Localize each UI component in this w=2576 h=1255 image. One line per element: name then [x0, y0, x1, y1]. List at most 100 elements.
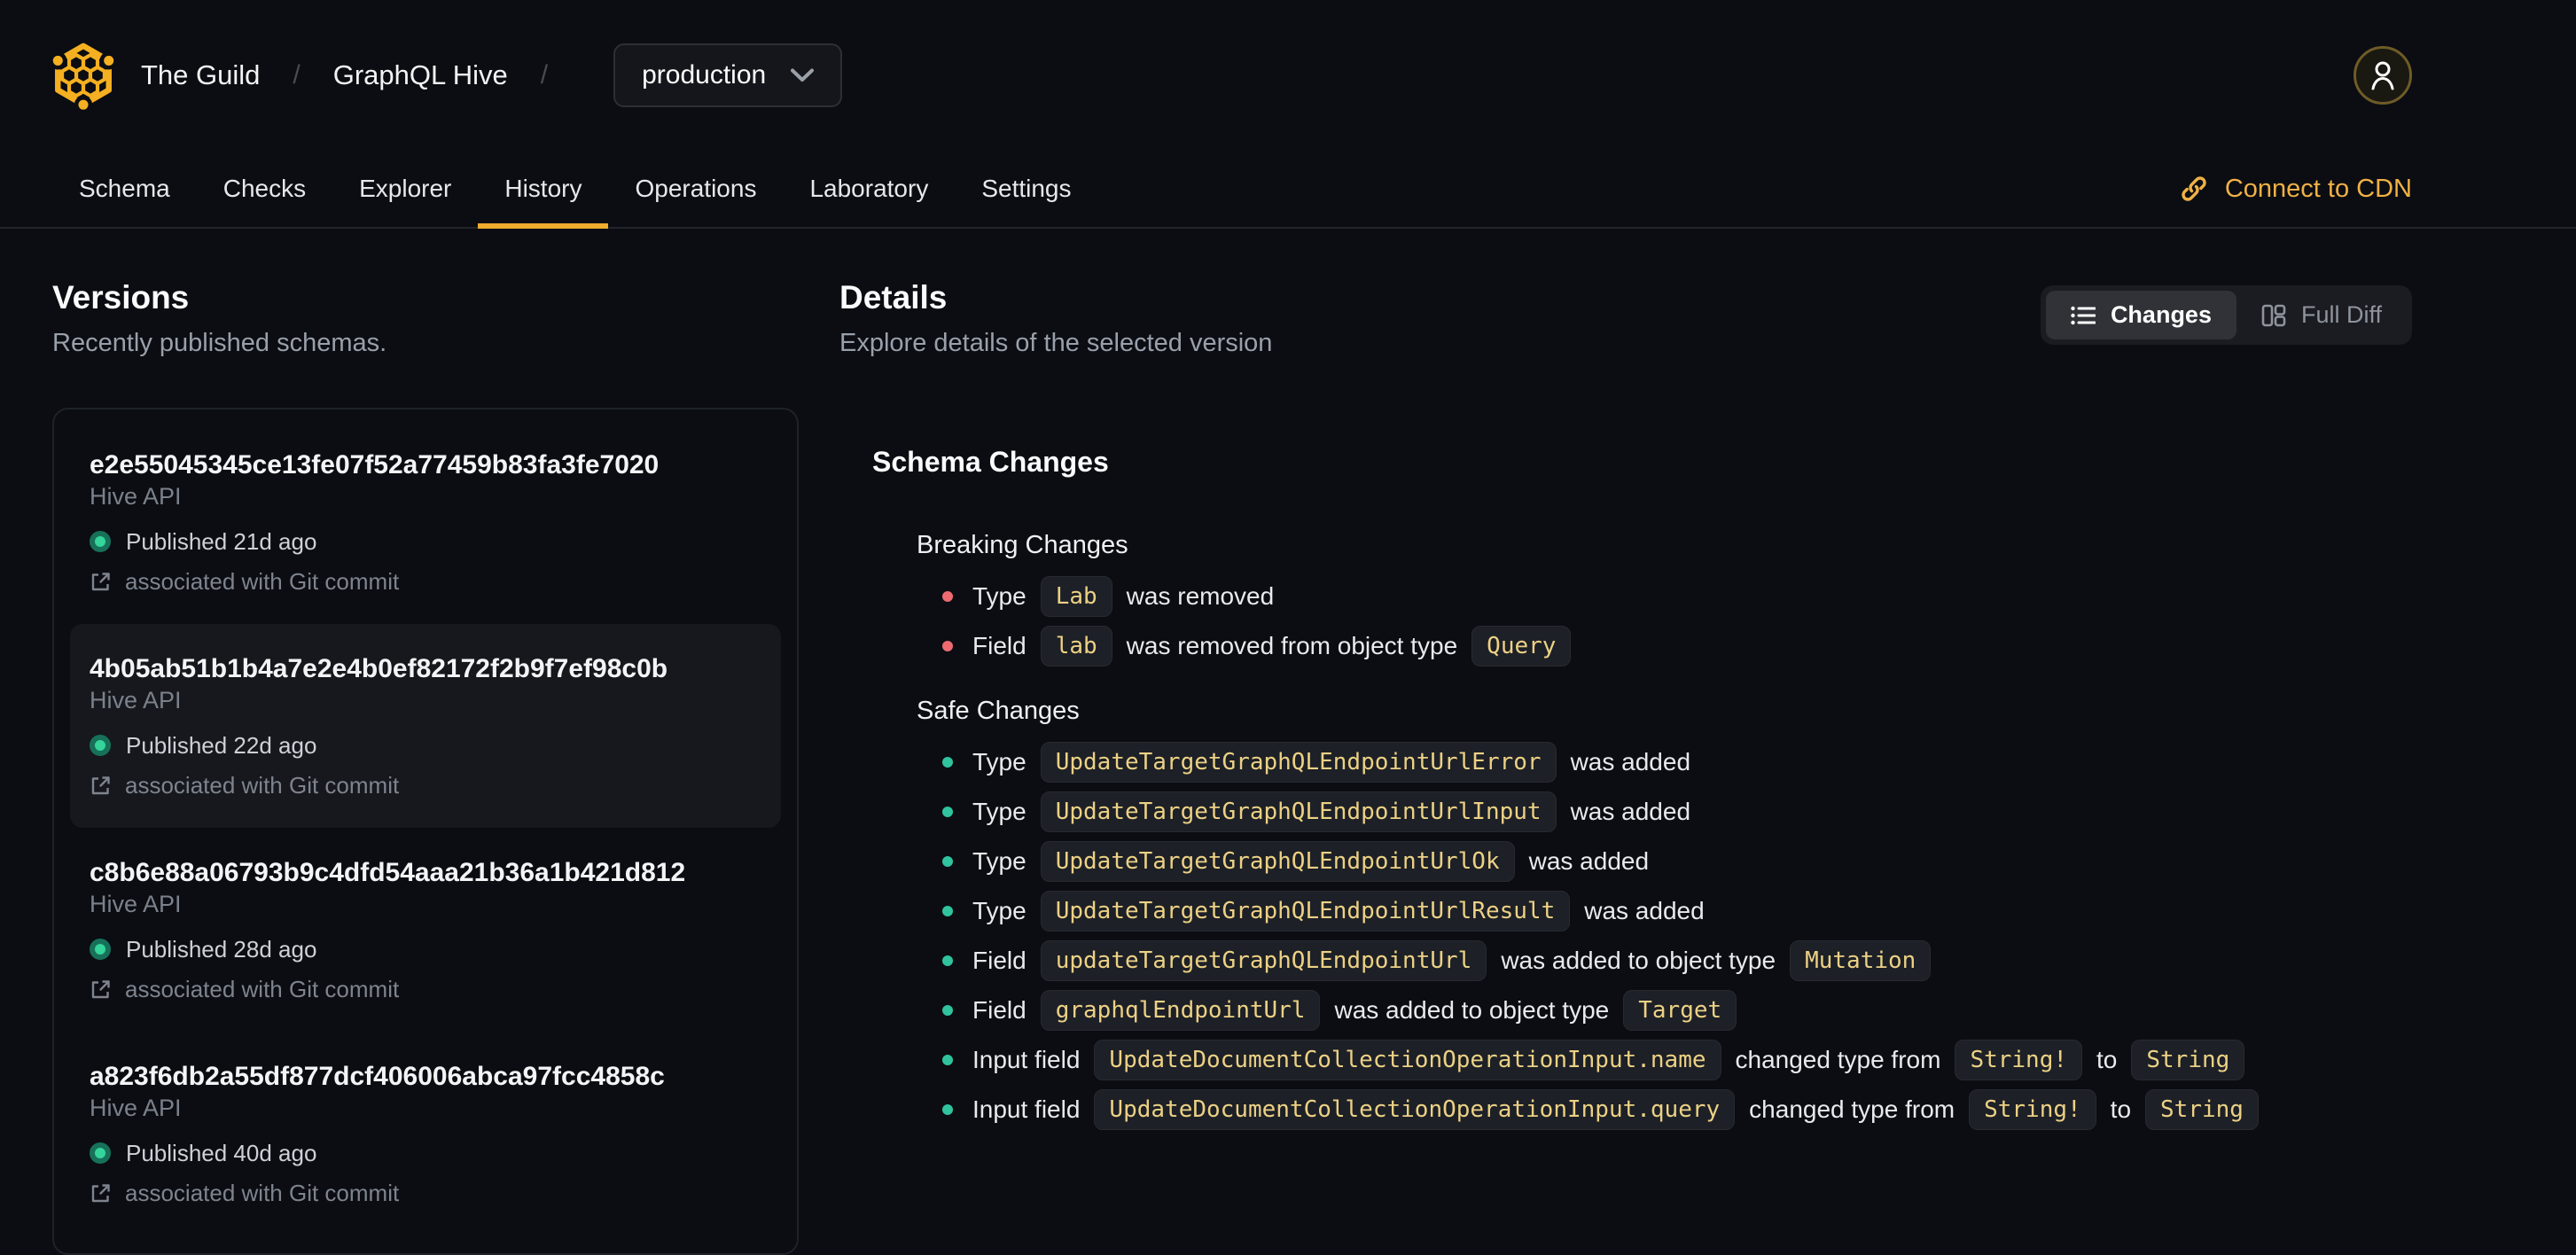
external-link-icon — [90, 1182, 112, 1204]
change-text: Field — [972, 947, 1026, 974]
change-text: Type — [972, 748, 1026, 776]
change-section: Breaking Changes Type Lab was removed Field l… — [872, 530, 2412, 666]
version-card[interactable]: c8b6e88a06793b9c4dfd54aaa21b36a1b421d812… — [54, 828, 797, 1032]
change-bullet — [942, 807, 953, 817]
external-link-icon — [90, 775, 112, 797]
toggle-changes-button[interactable]: Changes — [2045, 291, 2236, 339]
change-text: Type — [972, 897, 1026, 924]
change-code: UpdateTargetGraphQLEndpointUrlOk — [1040, 841, 1515, 882]
version-card[interactable]: 4b05ab51b1b4a7e2e4b0ef82172f2b9f7ef98c0b… — [70, 624, 781, 828]
external-link-icon — [90, 978, 112, 1001]
tab-laboratory[interactable]: Laboratory — [783, 151, 955, 227]
change-code: lab — [1040, 626, 1112, 666]
connect-cdn-link[interactable]: Connect to CDN — [2179, 151, 2412, 227]
change-item: Type UpdateTargetGraphQLEndpointUrlError w… — [942, 742, 2412, 783]
change-bullet — [942, 641, 953, 651]
change-item-parts: Field updateTargetGraphQLEndpointUrl was a… — [972, 940, 1932, 981]
main-content: Versions Recently published schemas. e2e… — [0, 229, 2576, 1255]
change-text: to — [2096, 1046, 2118, 1073]
change-bullet — [942, 591, 953, 602]
version-commit[interactable]: associated with Git commit — [90, 771, 761, 799]
hive-logo-icon — [52, 41, 114, 110]
version-hash: e2e55045345ce13fe07f52a77459b83fa3fe7020 — [90, 450, 660, 479]
tab-settings[interactable]: Settings — [955, 151, 1097, 227]
tab-explorer[interactable]: Explorer — [332, 151, 478, 227]
change-item-parts: Field graphqlEndpointUrl was added to obje… — [972, 990, 1737, 1031]
change-code: Query — [1471, 626, 1572, 666]
person-icon — [2369, 59, 2397, 91]
change-section-title: Safe Changes — [917, 697, 1080, 725]
change-items: Type UpdateTargetGraphQLEndpointUrlError w… — [872, 742, 2412, 1130]
change-text: Input field — [972, 1095, 1081, 1123]
version-commit-label: associated with Git commit — [125, 568, 400, 595]
schema-changes-title: Schema Changes — [872, 446, 1109, 478]
breadcrumb-separator: / — [540, 60, 549, 90]
tab-checks[interactable]: Checks — [197, 151, 332, 227]
details-heading-block: Details Explore details of the selected … — [839, 278, 1272, 358]
change-code: UpdateTargetGraphQLEndpointUrlError — [1040, 742, 1557, 783]
change-code: UpdateDocumentCollectionOperationInput.n… — [1094, 1040, 1721, 1080]
change-text: was added — [1570, 798, 1691, 825]
list-icon — [2071, 305, 2096, 326]
change-item: Field lab was removed from object type Quer… — [942, 626, 2412, 666]
change-item-parts: Type UpdateTargetGraphQLEndpointUrlInput w… — [972, 791, 1690, 832]
columns-icon — [2261, 303, 2286, 328]
toggle-fulldiff-button[interactable]: Full Diff — [2236, 291, 2407, 339]
version-card[interactable]: a823f6db2a55df877dcf406006abca97fcc4858c… — [54, 1032, 797, 1236]
change-text: was removed — [1126, 582, 1275, 610]
toggle-changes-label: Changes — [2110, 301, 2212, 328]
target-selector-value: production — [642, 60, 767, 90]
change-text: to — [2110, 1095, 2132, 1123]
change-text: Type — [972, 847, 1026, 875]
target-selector-button[interactable]: production — [613, 43, 843, 107]
change-text: was added to object type — [1334, 996, 1610, 1024]
change-items: Type Lab was removed Field lab was removed fr… — [872, 576, 2412, 666]
version-commit-label: associated with Git commit — [125, 976, 400, 1002]
change-code: updateTargetGraphQLEndpointUrl — [1040, 940, 1487, 981]
tab-history[interactable]: History — [478, 151, 609, 229]
version-commit[interactable]: associated with Git commit — [90, 975, 761, 1003]
toggle-fulldiff-label: Full Diff — [2300, 301, 2382, 328]
change-section: Safe Changes Type UpdateTargetGraphQLEndpo… — [872, 696, 2412, 1130]
change-item-parts: Input field UpdateDocumentCollectionOpera… — [972, 1089, 2259, 1130]
change-item: Type UpdateTargetGraphQLEndpointUrlResult… — [942, 891, 2412, 932]
tab-operations[interactable]: Operations — [608, 151, 783, 227]
breadcrumb-separator: / — [293, 60, 301, 90]
change-text: Field — [972, 996, 1026, 1024]
change-text: was added — [1528, 847, 1650, 875]
change-text: Input field — [972, 1046, 1081, 1073]
change-item: Field graphqlEndpointUrl was added to obje… — [942, 990, 2412, 1031]
change-sections: Breaking Changes Type Lab was removed Field l… — [872, 530, 2412, 1130]
breadcrumb-org[interactable]: The Guild — [141, 59, 260, 91]
details-header: Details Explore details of the selected … — [839, 278, 2412, 358]
breadcrumb-project[interactable]: GraphQL Hive — [333, 59, 508, 91]
avatar-button[interactable] — [2354, 46, 2412, 105]
tab-schema[interactable]: Schema — [52, 151, 197, 227]
published-status-dot — [90, 939, 111, 960]
change-section-title: Breaking Changes — [917, 531, 1128, 559]
version-commit[interactable]: associated with Git commit — [90, 1179, 761, 1207]
change-bullet — [942, 906, 953, 916]
published-status-dot — [90, 735, 111, 756]
change-bullet — [942, 1005, 953, 1016]
change-bullet — [942, 856, 953, 867]
change-bullet — [942, 1104, 953, 1115]
details-panel: Details Explore details of the selected … — [839, 278, 2412, 1255]
version-service: Hive API — [90, 483, 182, 510]
change-item: Input field UpdateDocumentCollectionOpera… — [942, 1089, 2412, 1130]
version-service: Hive API — [90, 891, 182, 917]
change-bullet — [942, 955, 953, 966]
version-published-label: Published 40d ago — [126, 1140, 317, 1166]
change-code: String — [2145, 1089, 2259, 1130]
change-item-parts: Type UpdateTargetGraphQLEndpointUrlError w… — [972, 742, 1690, 783]
version-commit[interactable]: associated with Git commit — [90, 567, 761, 596]
change-item-parts: Type UpdateTargetGraphQLEndpointUrlOk was … — [972, 841, 1649, 882]
change-item: Input field UpdateDocumentCollectionOpera… — [942, 1040, 2412, 1080]
change-item-parts: Field lab was removed from object type Quer… — [972, 626, 1572, 666]
change-text: was added — [1570, 748, 1691, 776]
version-card[interactable]: e2e55045345ce13fe07f52a77459b83fa3fe7020… — [54, 420, 797, 624]
change-code: Lab — [1040, 576, 1112, 617]
version-published-label: Published 22d ago — [126, 732, 317, 759]
change-item-parts: Type UpdateTargetGraphQLEndpointUrlResult… — [972, 891, 1705, 932]
nav-tabs: Schema Checks Explorer History Operations Lab… — [52, 151, 1098, 229]
